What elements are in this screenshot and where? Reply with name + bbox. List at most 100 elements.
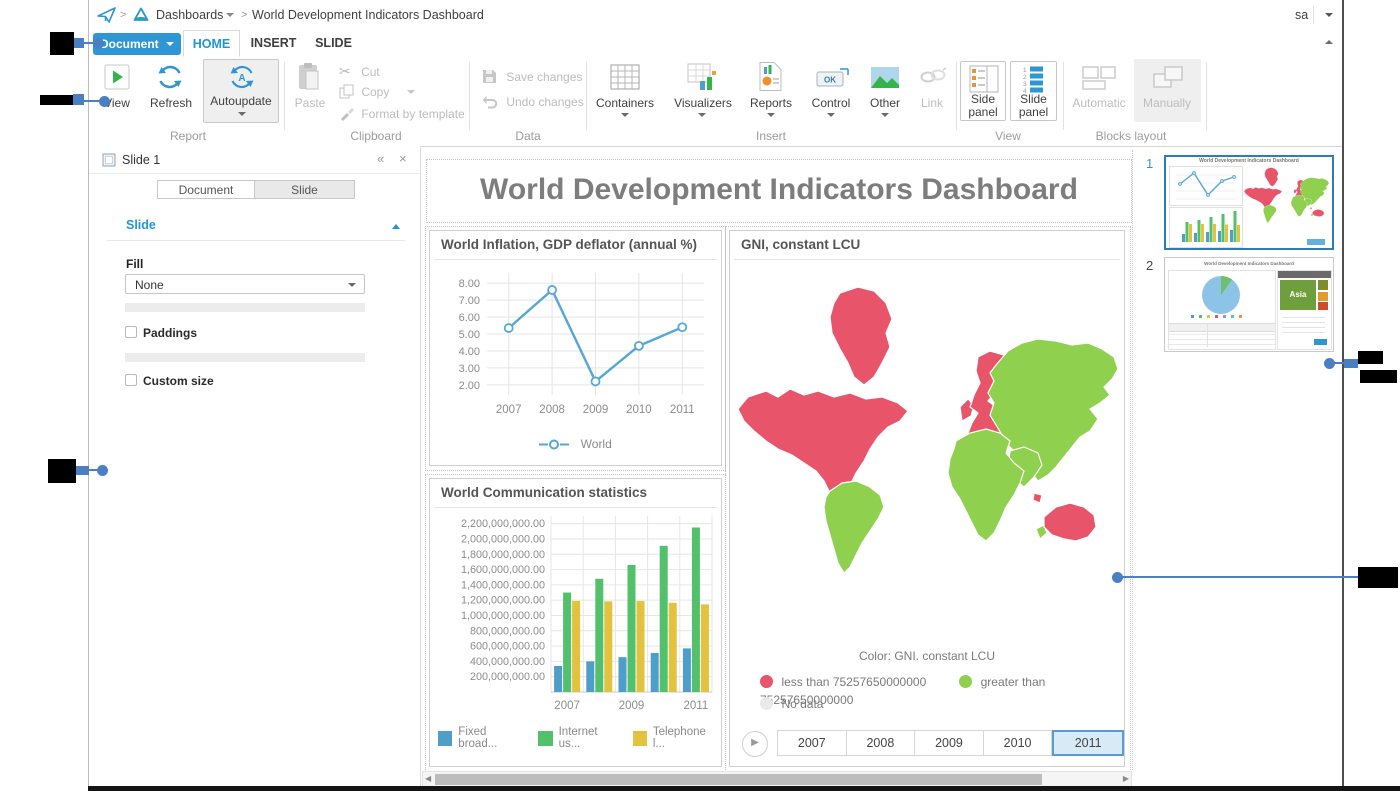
paddings-label[interactable]: Paddings [143,326,197,340]
containers-button[interactable] [609,62,641,97]
custom-size-label[interactable]: Custom size [143,374,214,388]
legend-item[interactable]: Internet us... [538,726,619,750]
bar-chart: 200,000,000.00400,000,000.00600,000,000.… [433,510,720,718]
breadcrumb-dashboards-caret[interactable] [226,13,234,17]
document-menu-button[interactable]: Document [93,33,181,55]
automatic-button[interactable] [1081,65,1117,96]
svg-text:800,000,000.00: 800,000,000.00 [470,625,545,637]
legend-item[interactable]: Telephone l... [633,726,718,750]
refresh-label[interactable]: Refresh [143,96,199,110]
svg-text:2009: 2009 [583,404,609,416]
view-button[interactable] [104,64,130,95]
svg-text:200,000,000.00: 200,000,000.00 [470,671,545,683]
svg-text:2007: 2007 [554,700,580,712]
viewer-logo-icon[interactable] [97,6,117,29]
paste-button[interactable] [296,62,322,97]
svg-text:2010: 2010 [626,404,652,416]
slide1-mini-title: World Development Indicators Dashboard [1166,158,1332,164]
fill-dropdown[interactable]: None [125,274,365,294]
properties-panel: Slide 1 « × Document Slide Slide Fill No… [89,146,421,789]
year-button-2008[interactable]: 2008 [847,730,916,756]
map-region-north-america[interactable] [738,389,908,503]
collapse-ribbon-icon[interactable] [1325,40,1333,44]
window-bottom-edge [88,786,1400,791]
scrollbar-thumb[interactable] [435,774,1042,785]
containers-icon [609,79,641,96]
line-chart-panel[interactable]: World Inflation, GDP deflator (annual %)… [429,230,722,466]
refresh-icon [155,79,185,96]
map-legend-less[interactable]: less than 75257650000000 [781,675,926,689]
svg-text:1,400,000,000.00: 1,400,000,000.00 [461,579,545,591]
cut-button[interactable]: ✂ Cut [339,63,380,80]
play-years-button[interactable]: ▶ [742,731,768,757]
slide-square-icon [102,153,116,172]
control-button[interactable]: OK [814,66,850,95]
user-name[interactable]: sa [1295,8,1308,22]
dashboard-title-block[interactable]: World Development Indicators Dashboard [426,159,1132,223]
tab-home[interactable]: HOME [183,30,240,57]
svg-text:1,600,000,000.00: 1,600,000,000.00 [461,564,545,576]
slides-panel: 1 World Development Indicators Dashboard [1144,150,1342,770]
svg-text:2008: 2008 [539,404,565,416]
svg-text:1,800,000,000.00: 1,800,000,000.00 [461,549,545,561]
bar-chart-panel[interactable]: World Communication statistics 200,000,0… [429,478,722,767]
format-by-template-button[interactable]: Format by template [339,105,465,121]
reports-button[interactable] [758,61,784,97]
tab-slide-properties[interactable]: Slide [254,180,355,199]
callout-connector [74,38,84,48]
other-button[interactable] [870,66,900,94]
custom-size-checkbox[interactable] [125,374,137,386]
control-caret [827,113,835,117]
cut-label: Cut [361,65,380,79]
user-menu-caret[interactable] [1325,13,1333,17]
year-button-2011-selected[interactable]: 2011 [1052,730,1124,756]
slide-panel-button[interactable]: 1234 Slide panel [1010,61,1057,121]
map-title: GNI, constant LCU [741,237,860,252]
map-region-greenland[interactable] [830,287,892,385]
map-region-japan[interactable] [1033,493,1042,503]
close-panel-icon[interactable]: × [399,151,407,166]
line-legend-world[interactable]: World [581,437,612,451]
tab-slide[interactable]: SLIDE [307,30,360,57]
visualizers-icon [686,79,718,96]
map-region-south-america[interactable] [824,481,884,573]
breadcrumb-dashboards[interactable]: Dashboards [156,8,223,22]
copy-button[interactable]: Copy [339,84,415,99]
slide-section-header[interactable]: Slide [126,218,156,232]
map-panel[interactable]: GNI, constant LCU Color: GNI. cons [729,230,1125,767]
svg-text:2007: 2007 [496,404,522,416]
undo-changes-button[interactable]: Undo changes [482,94,584,109]
manually-button[interactable]: Manually [1134,59,1201,122]
slide1-thumbnail[interactable]: World Development Indicators Dashboard [1164,155,1334,250]
legend-item[interactable]: Fixed broad... [438,726,525,750]
save-changes-button[interactable]: Save changes [482,69,582,84]
scroll-right-arrow[interactable]: ▶ [1123,774,1129,783]
group-separator [1063,62,1064,130]
svg-text:1,000,000,000.00: 1,000,000,000.00 [461,610,545,622]
copy-icon [339,85,354,99]
link-button[interactable] [919,67,947,90]
svg-text:3.00: 3.00 [459,363,480,375]
year-button-2009[interactable]: 2009 [915,730,984,756]
scroll-left-arrow[interactable]: ◀ [425,774,431,783]
year-selector: 2007 2008 2009 2010 2011 [777,730,1124,756]
tab-insert[interactable]: INSERT [245,30,302,57]
map-legend-nodata[interactable]: No data [781,697,823,711]
slide2-thumbnail[interactable]: World Development Indicators Dashboard [1164,257,1334,352]
tab-document-properties[interactable]: Document [157,180,255,199]
collapse-panel-icon[interactable]: « [377,151,384,166]
paddings-checkbox[interactable] [125,326,137,338]
visualizers-button[interactable] [686,62,718,97]
legend-swatch [438,731,452,746]
year-button-2010[interactable]: 2010 [984,730,1053,756]
map-legend-row2: No data [760,695,823,713]
map-region-australia[interactable] [1044,503,1096,541]
line-chart-title: World Inflation, GDP deflator (annual %) [441,237,697,252]
fill-dropdown-caret [348,283,356,287]
autoupdate-button[interactable]: A Autoupdate [203,59,279,123]
refresh-button[interactable] [155,62,185,97]
year-button-2007[interactable]: 2007 [777,730,847,756]
section-collapse-chevron-icon[interactable] [392,224,400,229]
callout-dot [97,465,108,476]
side-panel-button[interactable]: Side panel [960,61,1006,121]
